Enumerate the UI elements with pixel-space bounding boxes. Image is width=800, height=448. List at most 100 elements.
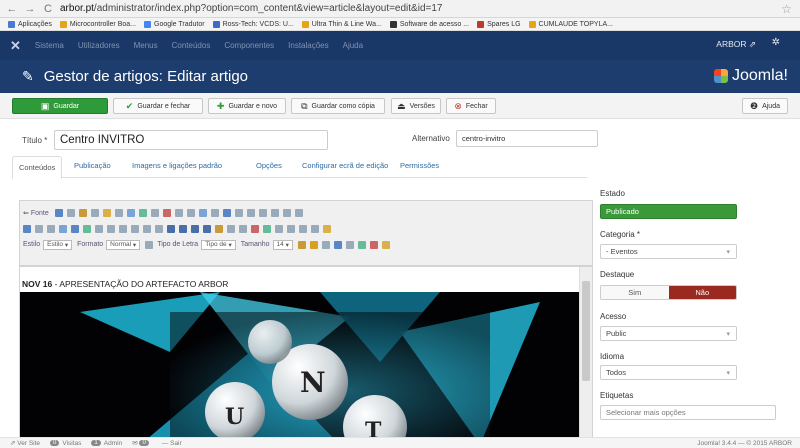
editor-tool-icon[interactable]: [143, 224, 151, 233]
editor-tool-icon[interactable]: [251, 224, 259, 233]
destaque-sim-button[interactable]: Sim: [601, 286, 669, 299]
editor-tool-icon[interactable]: [311, 224, 319, 233]
bookmark-item[interactable]: Spares LG: [477, 20, 521, 28]
editor-tool-icon[interactable]: [35, 224, 43, 233]
editor-tool-icon[interactable]: [59, 224, 67, 233]
url-field[interactable]: arbor.pt/administrator/index.php?option=…: [60, 3, 442, 14]
editor-tool-icon[interactable]: [246, 208, 255, 217]
tab-0[interactable]: Conteúdos: [12, 156, 63, 179]
tab-1[interactable]: Publicação: [74, 161, 111, 170]
title-input[interactable]: Centro INVITRO: [54, 130, 328, 150]
editor-tool-icon[interactable]: [155, 224, 163, 233]
editor-tool-icon[interactable]: [198, 208, 207, 217]
back-icon[interactable]: ←: [6, 3, 18, 15]
editor-tool-icon[interactable]: [107, 224, 115, 233]
editor-tool-icon[interactable]: [191, 224, 199, 233]
editor-tool-icon[interactable]: [54, 208, 63, 217]
editor-tool-icon[interactable]: [323, 224, 331, 233]
topnav-item[interactable]: Componentes: [224, 41, 274, 50]
topnav-item[interactable]: Utilizadores: [78, 41, 120, 50]
bookmark-item[interactable]: Ultra Thin & Line Wa...: [301, 20, 382, 28]
editor-tool-icon[interactable]: [114, 208, 123, 217]
etiquetas-input[interactable]: Selecionar mais opções: [600, 405, 776, 420]
gear-icon[interactable]: ✲: [772, 37, 780, 48]
topnav-item[interactable]: Sistema: [35, 41, 64, 50]
tab-3[interactable]: Opções: [256, 161, 282, 170]
editor-tool-icon[interactable]: [167, 224, 175, 233]
editor-tool-icon[interactable]: [102, 208, 111, 217]
bookmark-item[interactable]: Google Tradutor: [144, 20, 205, 28]
editor-tool-icon[interactable]: [174, 208, 183, 217]
help-button[interactable]: ❷ Ajuda: [742, 98, 788, 114]
editor-tool-icon[interactable]: [287, 224, 295, 233]
save-copy-button[interactable]: ⧉ Guardar como cópia: [291, 98, 385, 114]
editor-tool-icon[interactable]: [138, 208, 147, 217]
editor-tool-icon[interactable]: [227, 224, 235, 233]
editor-tool-icon[interactable]: [66, 208, 75, 217]
editor-tool-icon[interactable]: [381, 240, 390, 249]
reload-icon[interactable]: C: [42, 3, 54, 15]
tab-5[interactable]: Permissões: [400, 161, 439, 170]
bookmark-star-icon[interactable]: ☆: [781, 2, 792, 16]
bookmark-item[interactable]: Microcontroller Boa...: [59, 20, 136, 28]
size-select[interactable]: 14 ▾: [272, 239, 293, 250]
alias-input[interactable]: centro-invitro: [456, 130, 598, 147]
bookmark-item[interactable]: CUMLAUDE TOPYLA...: [528, 20, 613, 28]
editor-tool-icon[interactable]: [270, 208, 279, 217]
messages-indicator[interactable]: ✉ 0: [132, 439, 152, 447]
editor-tool-icon[interactable]: [203, 224, 211, 233]
estado-select[interactable]: Publicado: [600, 204, 737, 219]
topnav-item[interactable]: Conteúdos: [172, 41, 211, 50]
topnav-item[interactable]: Ajuda: [343, 41, 363, 50]
editor-tool-icon[interactable]: [83, 224, 91, 233]
idioma-select[interactable]: Todos ▾: [600, 365, 737, 380]
editor-tool-icon[interactable]: [299, 224, 307, 233]
editor-tool-icon[interactable]: [239, 224, 247, 233]
editor-tool-icon[interactable]: [150, 208, 159, 217]
editor-tool-icon[interactable]: [234, 208, 243, 217]
close-button[interactable]: ⊗ Fechar: [446, 98, 496, 114]
editor-tool-icon[interactable]: [215, 224, 223, 233]
font-source-button[interactable]: ⇐ Fonte: [23, 209, 49, 217]
editor-tool-icon[interactable]: [345, 240, 354, 249]
editor-content-area[interactable]: NOV 16 - APRESENTAÇÃO DO ARTEFACTO ARBOR: [19, 266, 593, 444]
save-close-button[interactable]: ✔ Guardar e fechar: [113, 98, 203, 114]
editor-tool-icon[interactable]: [210, 208, 219, 217]
tab-4[interactable]: Configurar ecrã de edição: [302, 161, 388, 170]
editor-tool-icon[interactable]: [186, 208, 195, 217]
save-button[interactable]: ▣ Guardar: [12, 98, 108, 114]
format-select[interactable]: Normal ▾: [106, 239, 141, 250]
editor-tool-icon[interactable]: [126, 208, 135, 217]
bookmark-item[interactable]: Aplicações: [8, 20, 52, 28]
logout-link[interactable]: — Sair: [162, 440, 182, 447]
editor-tool-icon[interactable]: [369, 240, 378, 249]
editor-tool-icon[interactable]: [258, 208, 267, 217]
editor-tool-icon[interactable]: [131, 224, 139, 233]
editor-tool-icon[interactable]: [179, 224, 187, 233]
view-site-link[interactable]: ⇗ Ver Site: [10, 439, 40, 448]
editor-tool-icon[interactable]: [357, 240, 366, 249]
editor-tool-icon[interactable]: [297, 240, 306, 249]
editor-scrollbar-thumb[interactable]: [582, 281, 590, 381]
versions-button[interactable]: ⏏ Versões: [391, 98, 441, 114]
editor-tool-icon[interactable]: [23, 224, 31, 233]
font-select[interactable]: Tipo de ▾: [201, 239, 236, 250]
categoria-select[interactable]: - Eventos ▾: [600, 244, 737, 259]
editor-tool-icon[interactable]: [294, 208, 303, 217]
editor-tool-icon[interactable]: [282, 208, 291, 217]
save-new-button[interactable]: ✚ Guardar e novo: [208, 98, 286, 114]
joomla-menu-icon[interactable]: ✕: [10, 38, 21, 54]
find-icon[interactable]: [145, 240, 154, 249]
editor-tool-icon[interactable]: [309, 240, 318, 249]
editor-tool-icon[interactable]: [90, 208, 99, 217]
tab-2[interactable]: Imagens e ligações padrão: [132, 161, 222, 170]
editor-tool-icon[interactable]: [162, 208, 171, 217]
topnav-item[interactable]: Menus: [134, 41, 158, 50]
acesso-select[interactable]: Public ▾: [600, 326, 737, 341]
destaque-nao-button[interactable]: Não: [668, 286, 736, 299]
editor-tool-icon[interactable]: [275, 224, 283, 233]
editor-tool-icon[interactable]: [333, 240, 342, 249]
user-menu[interactable]: ARBOR ⇗: [716, 39, 756, 50]
editor-tool-icon[interactable]: [71, 224, 79, 233]
style-select[interactable]: Estilo ▾: [43, 239, 73, 250]
